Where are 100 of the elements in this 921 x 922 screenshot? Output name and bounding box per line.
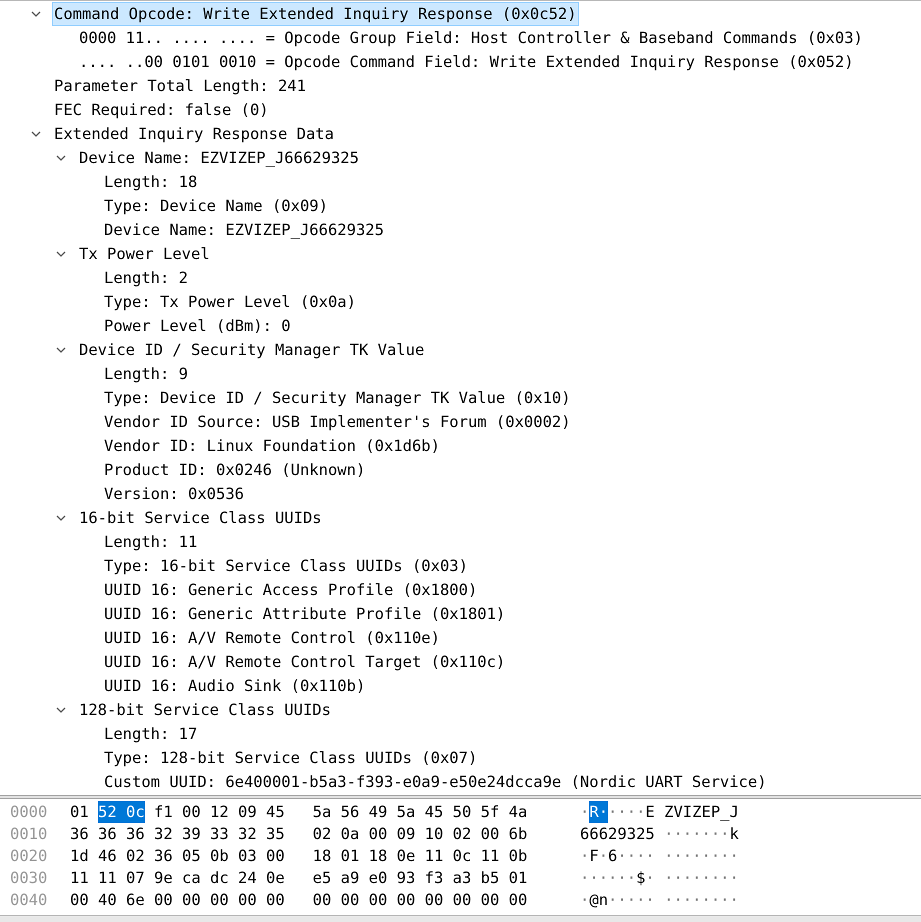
ascii-char[interactable]: · [710, 867, 720, 889]
ascii-char[interactable]: · [730, 845, 739, 867]
hex-byte[interactable]: 36 [154, 845, 173, 867]
hex-byte[interactable]: 01 [508, 867, 528, 889]
ascii-char[interactable]: · [598, 867, 608, 889]
hex-byte[interactable]: 5f [480, 801, 500, 823]
hex-byte[interactable]: 0e [396, 845, 416, 867]
hex-byte[interactable]: 01 [70, 801, 89, 823]
ascii-char[interactable]: · [608, 801, 618, 823]
hex-byte[interactable]: 02 [126, 845, 145, 867]
hex-byte[interactable]: 00 [480, 889, 500, 911]
hex-byte[interactable]: 11 [424, 845, 444, 867]
ascii-char[interactable]: · [720, 889, 730, 911]
ascii-char[interactable]: · [730, 867, 739, 889]
hex-byte[interactable]: 00 [396, 889, 416, 911]
ascii-char[interactable]: R [589, 801, 599, 823]
hex-byte[interactable]: 45 [424, 801, 444, 823]
hex-byte[interactable]: 32 [238, 823, 257, 845]
ascii-char[interactable]: · [720, 867, 730, 889]
ascii-char[interactable]: · [617, 801, 627, 823]
ascii-char[interactable]: 6 [598, 823, 608, 845]
ascii-char[interactable]: I [682, 801, 692, 823]
ascii-char[interactable]: · [673, 867, 683, 889]
tree-item[interactable]: UUID 16: Generic Access Profile (0x1800) [102, 578, 480, 602]
hex-byte[interactable]: dc [210, 867, 229, 889]
hex-byte[interactable]: 12 [210, 801, 229, 823]
ascii-char[interactable]: · [589, 867, 599, 889]
hex-byte[interactable]: 5a [312, 801, 332, 823]
ascii-char[interactable]: · [664, 889, 674, 911]
tree-item[interactable]: 16-bit Service Class UUIDs [77, 506, 324, 530]
ascii-char[interactable]: 2 [636, 823, 646, 845]
tree-item[interactable]: Parameter Total Length: 241 [52, 74, 308, 98]
hex-byte[interactable]: a9 [340, 867, 360, 889]
hex-byte[interactable]: 39 [182, 823, 201, 845]
ascii-char[interactable]: · [636, 889, 646, 911]
tree-item[interactable]: Device Name: EZVIZEP_J66629325 [77, 146, 361, 170]
hex-byte[interactable]: 0c [452, 845, 472, 867]
tree-item[interactable]: Version: 0x0536 [102, 482, 246, 506]
ascii-char[interactable]: · [710, 845, 720, 867]
hex-byte[interactable]: 36 [126, 823, 145, 845]
tree-item[interactable]: Length: 2 [102, 266, 190, 290]
hex-byte[interactable]: e5 [312, 867, 332, 889]
hex-byte[interactable]: 00 [238, 889, 257, 911]
ascii-char[interactable]: · [720, 823, 730, 845]
hex-byte[interactable]: 00 [210, 889, 229, 911]
hex-byte[interactable]: 00 [368, 823, 388, 845]
tree-item[interactable]: FEC Required: false (0) [52, 98, 271, 122]
ascii-char[interactable]: · [701, 845, 711, 867]
hex-byte[interactable]: 6b [508, 823, 528, 845]
ascii-char[interactable]: F [589, 845, 599, 867]
tree-item[interactable]: Power Level (dBm): 0 [102, 314, 293, 338]
ascii-char[interactable]: E [645, 801, 655, 823]
hex-byte[interactable]: 1d [70, 845, 89, 867]
ascii-char[interactable]: · [608, 889, 618, 911]
ascii-char[interactable]: · [664, 845, 674, 867]
tree-item[interactable]: Length: 17 [102, 722, 200, 746]
tree-item[interactable]: 0000 11.. .... .... = Opcode Group Field: Host Controller & Baseband Commands (0x03) [77, 26, 865, 50]
hex-byte[interactable]: 00 [452, 889, 472, 911]
ascii-char[interactable]: · [636, 801, 646, 823]
hex-byte[interactable]: 24 [238, 867, 257, 889]
tree-item[interactable]: Vendor ID: Linux Foundation (0x1d6b) [102, 434, 442, 458]
hex-byte[interactable]: a3 [452, 867, 472, 889]
ascii-char[interactable]: J [730, 801, 739, 823]
hex-byte[interactable]: f3 [424, 867, 444, 889]
tree-item[interactable]: UUID 16: A/V Remote Control Target (0x110c) [102, 650, 508, 674]
ascii-char[interactable]: Z [692, 801, 702, 823]
ascii-char[interactable]: · [673, 845, 683, 867]
tree-item[interactable]: Length: 18 [102, 170, 200, 194]
hex-byte[interactable]: 02 [452, 823, 472, 845]
hex-byte[interactable]: 00 [340, 889, 360, 911]
tree-item[interactable]: Type: 128-bit Service Class UUIDs (0x07) [102, 746, 480, 770]
ascii-char[interactable]: n [598, 889, 608, 911]
ascii-char[interactable]: · [626, 867, 636, 889]
tree-item[interactable]: Type: 16-bit Service Class UUIDs (0x03) [102, 554, 470, 578]
ascii-char[interactable]: · [617, 889, 627, 911]
hex-byte[interactable]: 56 [340, 801, 360, 823]
ascii-char[interactable]: · [664, 867, 674, 889]
ascii-char[interactable]: 6 [608, 845, 618, 867]
hex-byte[interactable]: 6e [126, 889, 145, 911]
hex-byte[interactable]: 00 [424, 889, 444, 911]
ascii-char[interactable]: 6 [580, 823, 590, 845]
hex-byte[interactable]: 00 [182, 889, 201, 911]
hex-byte[interactable]: 18 [312, 845, 332, 867]
ascii-char[interactable]: Z [664, 801, 674, 823]
ascii-char[interactable]: · [673, 889, 683, 911]
tree-item[interactable]: Device ID / Security Manager TK Value [77, 338, 426, 362]
hex-byte[interactable]: 33 [210, 823, 229, 845]
ascii-char[interactable]: V [673, 801, 683, 823]
ascii-char[interactable]: k [730, 823, 739, 845]
hex-byte[interactable]: 9e [154, 867, 173, 889]
hex-byte[interactable]: 10 [424, 823, 444, 845]
ascii-char[interactable]: E [701, 801, 711, 823]
hex-byte[interactable]: 00 [70, 889, 89, 911]
ascii-char[interactable]: · [645, 867, 655, 889]
tree-item[interactable]: UUID 16: Generic Attribute Profile (0x1801) [102, 602, 508, 626]
ascii-char[interactable]: · [645, 845, 655, 867]
tree-item[interactable]: Product ID: 0x0246 (Unknown) [102, 458, 368, 482]
tree-item[interactable]: Type: Tx Power Level (0x0a) [102, 290, 358, 314]
ascii-char[interactable]: · [598, 845, 608, 867]
ascii-char[interactable]: P [710, 801, 720, 823]
